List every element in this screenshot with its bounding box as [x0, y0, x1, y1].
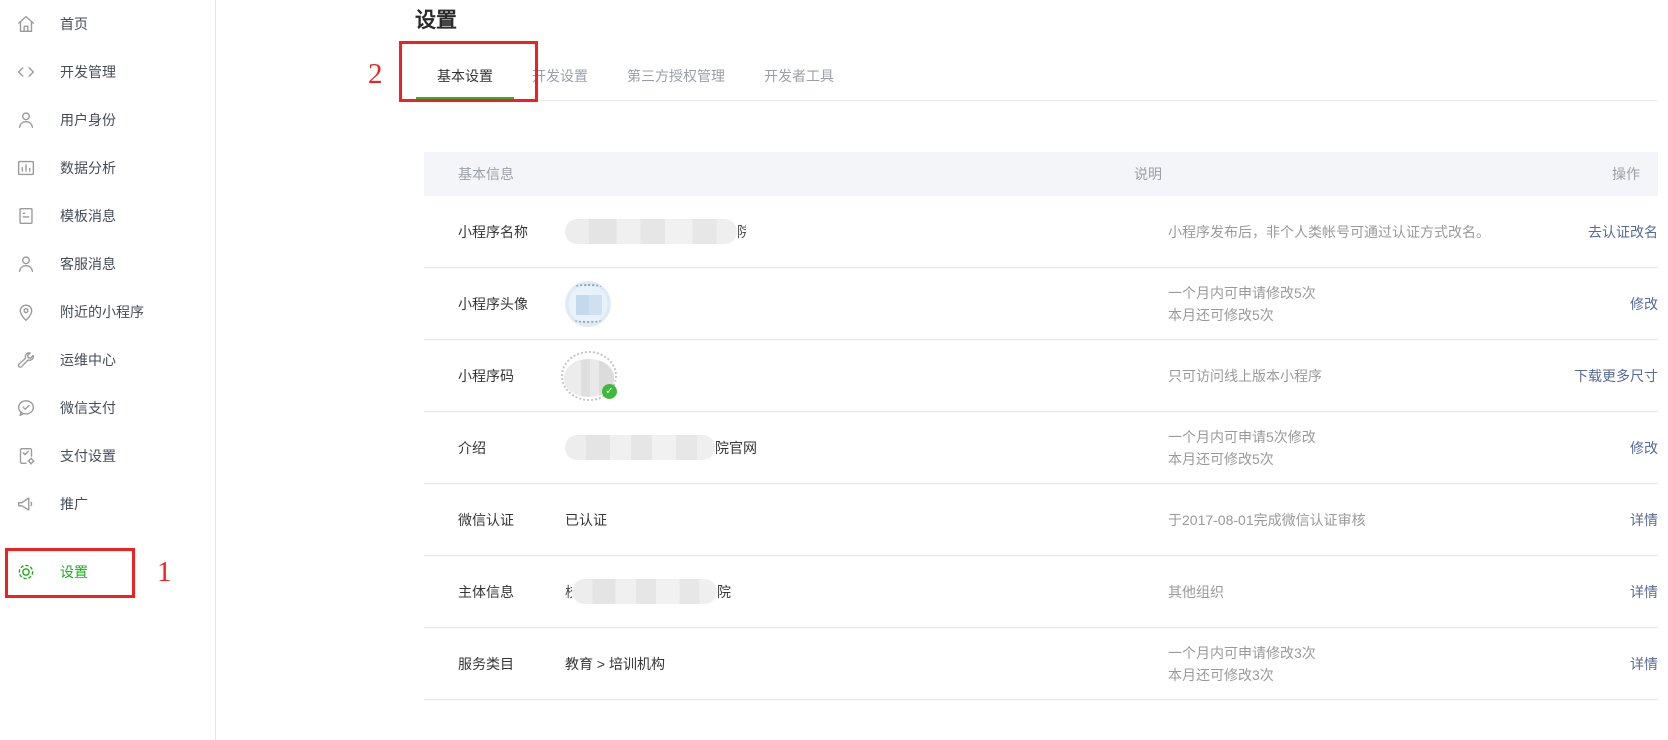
- col-header-action: 操作: [1538, 164, 1658, 184]
- code-icon: [14, 60, 38, 84]
- table-row-entity-info: 主体信息 校 院 其他组织 详情: [424, 556, 1658, 628]
- row-label: 介绍: [424, 438, 565, 458]
- sidebar-item-home[interactable]: 首页: [0, 0, 215, 48]
- tab-dev-settings[interactable]: 开发设置: [532, 52, 588, 100]
- sidebar-item-ops-center[interactable]: 运维中心: [0, 336, 215, 384]
- tab-developer-tools[interactable]: 开发者工具: [764, 52, 834, 100]
- sidebar-item-data-analysis[interactable]: 数据分析: [0, 144, 215, 192]
- service-chat-icon: [14, 252, 38, 276]
- row-label: 小程序码: [424, 366, 565, 386]
- visible-entity-suffix: 院: [717, 582, 731, 602]
- sidebar-item-label: 模板消息: [60, 206, 116, 226]
- sidebar-item-template-message[interactable]: 模板消息: [0, 192, 215, 240]
- partial-visible-char: 院: [737, 222, 746, 242]
- table-header: 基本信息 说明 操作: [424, 152, 1658, 196]
- annotation-number-2: 2: [368, 58, 383, 91]
- row-desc-line: 本月还可修改3次: [1168, 664, 1630, 686]
- sidebar-item-label: 推广: [60, 494, 88, 514]
- sidebar-item-service-message[interactable]: 客服消息: [0, 240, 215, 288]
- sidebar-item-label: 客服消息: [60, 254, 116, 274]
- row-desc-line: 小程序发布后，非个人类帐号可通过认证方式改名。: [1168, 221, 1588, 243]
- sidebar-item-nearby-miniprogram[interactable]: 附近的小程序: [0, 288, 215, 336]
- row-desc-line: 于2017-08-01完成微信认证审核: [1168, 509, 1630, 531]
- col-header-basic-info: 基本信息: [424, 164, 1134, 184]
- service-category-value: 教育 > 培训机构: [565, 654, 665, 674]
- sidebar-item-promotion[interactable]: 推广: [0, 480, 215, 528]
- basic-info-table: 基本信息 说明 操作 小程序名称 院 小程序发布后，非个人类帐号可通过认证方式改…: [424, 152, 1658, 700]
- go-verify-rename-link[interactable]: 去认证改名: [1588, 224, 1658, 240]
- sidebar-item-label: 微信支付: [60, 398, 116, 418]
- sidebar: 首页 开发管理 用户身份 数据分析 模板消息: [0, 0, 216, 740]
- partial-visible-char: 校: [565, 582, 572, 602]
- chart-icon: [14, 156, 38, 180]
- row-label: 小程序名称: [424, 222, 565, 242]
- megaphone-icon: [14, 492, 38, 516]
- home-icon: [14, 12, 38, 36]
- blurred-name-value: [565, 219, 737, 244]
- wechat-pay-icon: [14, 396, 38, 420]
- tabbar-divider: [424, 100, 1658, 101]
- col-header-description: 说明: [1134, 164, 1538, 184]
- row-desc-line: 一个月内可申请修改5次: [1168, 282, 1630, 304]
- user-icon: [14, 108, 38, 132]
- tab-third-party-auth[interactable]: 第三方授权管理: [627, 52, 725, 100]
- sidebar-item-label: 首页: [60, 14, 88, 34]
- sidebar-item-label: 用户身份: [60, 110, 116, 130]
- visible-intro-suffix: 院官网: [715, 438, 757, 458]
- row-desc-line: 其他组织: [1168, 581, 1630, 603]
- sidebar-item-label: 支付设置: [60, 446, 116, 466]
- annotation-box-step2: [399, 41, 538, 102]
- row-desc-line: 一个月内可申请5次修改: [1168, 426, 1630, 448]
- row-desc-line: 只可访问线上版本小程序: [1168, 365, 1574, 387]
- verification-status: 已认证: [565, 510, 607, 530]
- category-details-link[interactable]: 详情: [1630, 656, 1658, 672]
- table-row-miniprogram-name: 小程序名称 院 小程序发布后，非个人类帐号可通过认证方式改名。 去认证改名: [424, 196, 1658, 268]
- sidebar-item-payment-settings[interactable]: 支付设置: [0, 432, 215, 480]
- location-pin-icon: [14, 300, 38, 324]
- entity-details-link[interactable]: 详情: [1630, 584, 1658, 600]
- blurred-intro-value: [565, 435, 715, 460]
- table-row-miniprogram-avatar: 小程序头像 一个月内可申请修改5次 本月还可修改5次 修改: [424, 268, 1658, 340]
- miniprogram-avatar-image: [565, 281, 611, 327]
- sidebar-item-label: 数据分析: [60, 158, 116, 178]
- row-label: 微信认证: [424, 510, 565, 530]
- row-label: 小程序头像: [424, 294, 565, 314]
- wechat-mp-admin-page: 首页 开发管理 用户身份 数据分析 模板消息: [0, 0, 1668, 740]
- modify-intro-link[interactable]: 修改: [1630, 440, 1658, 456]
- sidebar-item-dev-management[interactable]: 开发管理: [0, 48, 215, 96]
- row-label: 主体信息: [424, 582, 565, 602]
- modify-avatar-link[interactable]: 修改: [1630, 296, 1658, 312]
- sidebar-item-user-identity[interactable]: 用户身份: [0, 96, 215, 144]
- row-desc-line: 本月还可修改5次: [1168, 304, 1630, 326]
- sidebar-item-label: 附近的小程序: [60, 302, 144, 322]
- table-row-service-category: 服务类目 教育 > 培训机构 一个月内可申请修改3次 本月还可修改3次 详情: [424, 628, 1658, 700]
- download-more-sizes-link[interactable]: 下载更多尺寸: [1574, 368, 1658, 384]
- row-label: 服务类目: [424, 654, 565, 674]
- main-content: 设置 基本设置 开发设置 第三方授权管理 开发者工具 2 基本信息 说明 操作 …: [216, 0, 1668, 740]
- table-row-miniprogram-code: 小程序码 ✓ 只可访问线上版本小程序 下载更多尺寸: [424, 340, 1658, 412]
- page-title: 设置: [415, 4, 457, 34]
- sidebar-item-wechat-pay[interactable]: 微信支付: [0, 384, 215, 432]
- miniprogram-qrcode-image: ✓: [561, 351, 617, 401]
- table-row-wechat-verification: 微信认证 已认证 于2017-08-01完成微信认证审核 详情: [424, 484, 1658, 556]
- verified-badge-icon: ✓: [602, 384, 617, 399]
- row-desc-line: 本月还可修改5次: [1168, 448, 1630, 470]
- blurred-entity-value: [572, 579, 717, 604]
- annotation-box-step1: [5, 548, 135, 598]
- template-message-icon: [14, 204, 38, 228]
- wrench-icon: [14, 348, 38, 372]
- sidebar-item-label: 开发管理: [60, 62, 116, 82]
- row-desc-line: 一个月内可申请修改3次: [1168, 642, 1630, 664]
- sidebar-item-label: 运维中心: [60, 350, 116, 370]
- table-row-introduction: 介绍 院官网 一个月内可申请5次修改 本月还可修改5次 修改: [424, 412, 1658, 484]
- payment-settings-icon: [14, 444, 38, 468]
- verification-details-link[interactable]: 详情: [1630, 512, 1658, 528]
- annotation-number-1: 1: [157, 556, 172, 589]
